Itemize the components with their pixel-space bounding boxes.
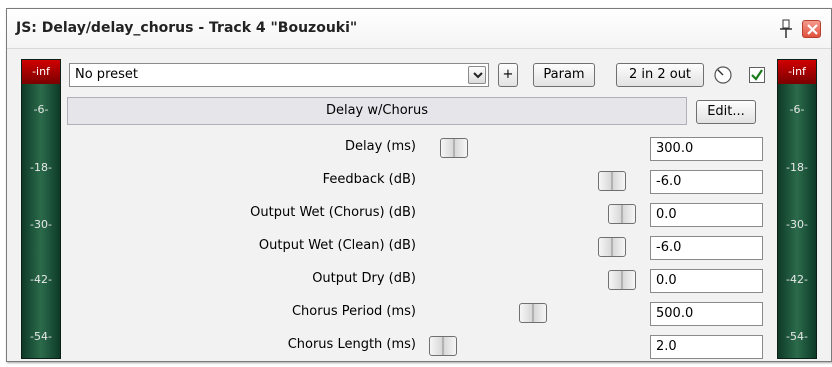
plugin-name-bar: Delay w/Chorus [67, 97, 687, 125]
slider-delay[interactable] [440, 138, 468, 158]
meter-scale-label: -42- [30, 273, 52, 286]
preset-dropdown[interactable]: No preset [69, 63, 489, 87]
slider-chorus-length[interactable] [429, 336, 457, 356]
wet-dry-knob-icon[interactable] [713, 65, 733, 85]
slider-output-dry[interactable] [608, 270, 636, 290]
slider-chorus-period[interactable] [519, 303, 547, 323]
window-title: JS: Delay/delay_chorus - Track 4 "Bouzou… [16, 20, 358, 36]
pin-icon[interactable] [777, 19, 795, 39]
param-label-chorus-period: Chorus Period (ms) [291, 304, 416, 319]
value-field-output-dry[interactable]: 0.0 [650, 269, 763, 293]
checkmark-icon [751, 69, 763, 81]
meter-scale-label: -6- [33, 103, 49, 116]
chevron-down-icon [473, 72, 483, 79]
close-icon [807, 24, 818, 35]
param-label-feedback: Feedback (dB) [322, 172, 416, 187]
param-label-output-dry: Output Dry (dB) [312, 271, 416, 286]
io-routing-button[interactable]: 2 in 2 out [616, 63, 704, 87]
meter-scale-label: -30- [30, 218, 52, 231]
close-button[interactable] [802, 20, 821, 38]
meter-scale-label: -54- [786, 330, 808, 343]
output-level-meter: -inf -6- -18- -30- -42- -54- [777, 59, 817, 359]
input-level-meter: -inf -6- -18- -30- -42- -54- [21, 59, 61, 359]
value-field-delay[interactable]: 300.0 [650, 137, 763, 161]
dropdown-button[interactable] [468, 66, 486, 84]
meter-scale-label: -6- [789, 103, 805, 116]
slider-feedback[interactable] [598, 171, 626, 191]
title-bar[interactable]: JS: Delay/delay_chorus - Track 4 "Bouzou… [7, 9, 831, 49]
meter-scale-label: -54- [30, 330, 52, 343]
fx-window: JS: Delay/delay_chorus - Track 4 "Bouzou… [6, 8, 832, 362]
value-field-feedback[interactable]: -6.0 [650, 170, 763, 194]
bypass-checkbox[interactable] [749, 67, 765, 83]
value-field-output-wet-clean[interactable]: -6.0 [650, 236, 763, 260]
meter-scale-label: -18- [786, 161, 808, 174]
param-label-output-wet-clean: Output Wet (Clean) (dB) [258, 238, 416, 253]
meter-scale-label: -18- [30, 161, 52, 174]
slider-output-wet-chorus[interactable] [608, 204, 636, 224]
param-label-output-wet-chorus: Output Wet (Chorus) (dB) [250, 205, 416, 220]
meter-peak-label: -inf [22, 60, 60, 84]
preset-value: No preset [75, 67, 138, 82]
meter-scale-label: -30- [786, 218, 808, 231]
slider-output-wet-clean[interactable] [598, 237, 626, 257]
meter-scale-label: -42- [786, 273, 808, 286]
meter-peak-label: -inf [778, 60, 816, 84]
add-preset-button[interactable]: + [498, 63, 518, 87]
plugin-name: Delay w/Chorus [325, 103, 429, 118]
param-button[interactable]: Param [533, 63, 595, 87]
value-field-chorus-period[interactable]: 500.0 [650, 302, 763, 326]
param-label-delay: Delay (ms) [345, 139, 416, 154]
param-label-chorus-length: Chorus Length (ms) [287, 337, 416, 352]
value-field-chorus-length[interactable]: 2.0 [650, 335, 763, 359]
edit-button[interactable]: Edit... [696, 100, 756, 124]
value-field-output-wet-chorus[interactable]: 0.0 [650, 203, 763, 227]
